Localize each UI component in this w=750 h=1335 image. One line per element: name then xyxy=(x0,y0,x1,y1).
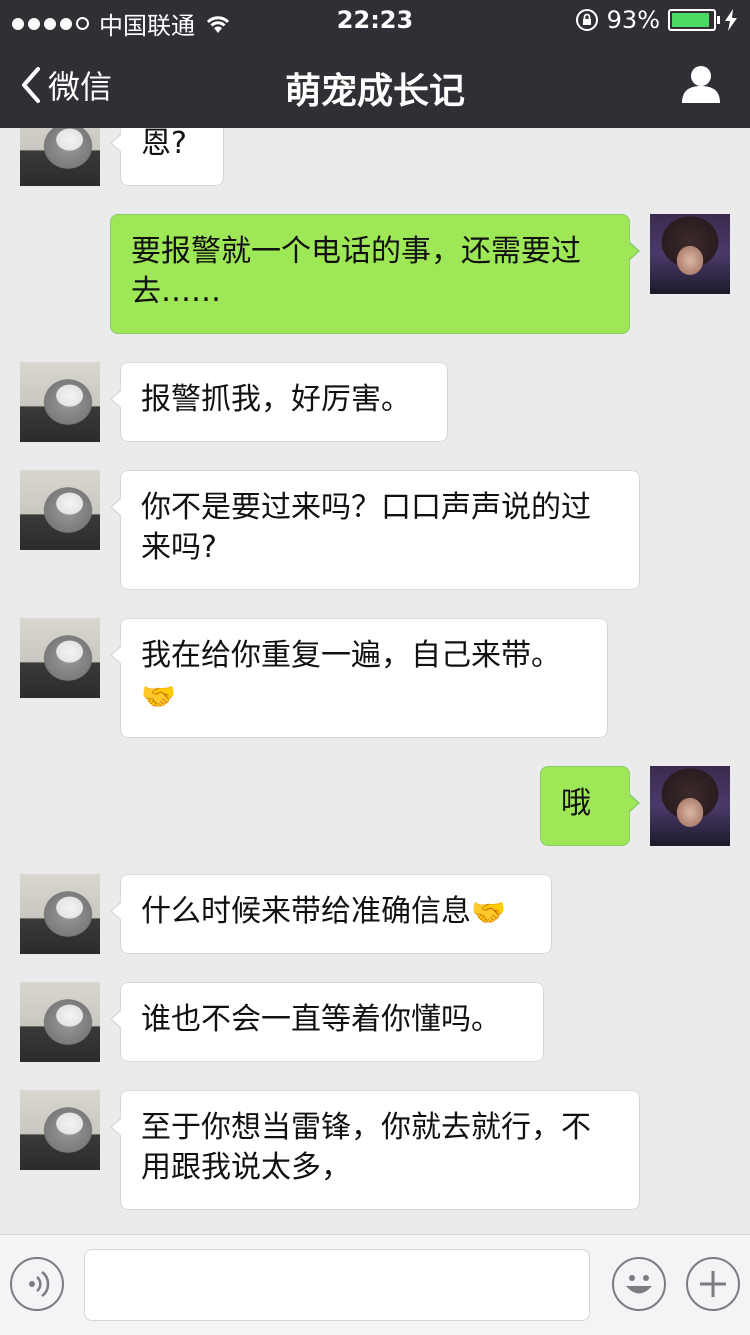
chat-title: 萌宠成长记 xyxy=(284,71,465,112)
message-text: 我在给你重复一遍，自己来带。 xyxy=(141,638,561,673)
voice-button[interactable] xyxy=(10,1257,64,1311)
contact-avatar[interactable] xyxy=(20,362,100,442)
my-avatar[interactable] xyxy=(650,766,730,846)
nav-bar: 微信 萌宠成长记 xyxy=(0,40,750,128)
message-text: 你不是要过来吗？口口声声说的过来吗? xyxy=(141,490,591,565)
contact-avatar[interactable] xyxy=(20,874,100,954)
more-button[interactable] xyxy=(686,1257,740,1311)
contact-avatar[interactable] xyxy=(20,618,100,698)
received-message-bubble[interactable]: 什么时候来带给准确信息🤝 xyxy=(110,874,552,954)
rotation-lock-icon xyxy=(575,9,598,31)
message-text: 恩? xyxy=(141,128,187,161)
sent-message-bubble[interactable]: 哦 xyxy=(540,766,640,846)
message-text: 至于你想当雷锋，你就去就行，不用跟我说太多， xyxy=(141,1110,591,1185)
battery-percent: 93% xyxy=(606,6,660,34)
received-message-bubble[interactable]: 你不是要过来吗？口口声声说的过来吗? xyxy=(110,470,640,590)
contact-avatar[interactable] xyxy=(20,1090,100,1170)
handshake-emoji-icon: 🤝 xyxy=(471,895,506,929)
message-text: 报警抓我，好厉害。 xyxy=(141,382,411,417)
received-message-bubble[interactable]: 至于你想当雷锋，你就去就行，不用跟我说太多， xyxy=(110,1090,640,1210)
status-right: 93% xyxy=(575,6,738,34)
emoji-button[interactable] xyxy=(612,1257,666,1311)
message-text: 要报警就一个电话的事，还需要过去…… xyxy=(131,234,581,309)
received-message-bubble[interactable]: 谁也不会一直等着你懂吗。 xyxy=(110,982,544,1062)
my-avatar[interactable] xyxy=(650,214,730,294)
received-message-bubble[interactable]: 恩? xyxy=(110,128,224,186)
person-icon[interactable] xyxy=(680,64,722,104)
contact-avatar[interactable] xyxy=(20,128,100,186)
battery-icon xyxy=(668,9,720,31)
status-bar: 中国联通 22:23 93% xyxy=(0,0,750,40)
plus-icon xyxy=(700,1271,726,1297)
voice-icon xyxy=(29,1271,50,1297)
handshake-emoji-icon: 🤝 xyxy=(141,679,176,713)
received-message-bubble[interactable]: 我在给你重复一遍，自己来带。 🤝 xyxy=(110,618,608,738)
message-text: 谁也不会一直等着你懂吗。 xyxy=(141,1002,501,1037)
contact-avatar[interactable] xyxy=(20,470,100,550)
sent-message-bubble[interactable]: 要报警就一个电话的事，还需要过去…… xyxy=(110,214,640,334)
smiley-icon xyxy=(626,1275,652,1294)
message-input[interactable] xyxy=(84,1249,590,1321)
received-message-bubble[interactable]: 报警抓我，好厉害。 xyxy=(110,362,448,442)
message-text: 哦 xyxy=(561,786,591,821)
battery-fill xyxy=(672,13,710,27)
charging-bolt-icon xyxy=(725,9,737,31)
contact-avatar[interactable] xyxy=(20,982,100,1062)
chat-area[interactable]: 恩? 要报警就一个电话的事，还需要过去…… 报警抓我，好厉害。 你不是要过来吗？… xyxy=(0,128,750,1234)
input-bar xyxy=(0,1234,750,1335)
message-text: 什么时候来带给准确信息 xyxy=(141,894,471,929)
